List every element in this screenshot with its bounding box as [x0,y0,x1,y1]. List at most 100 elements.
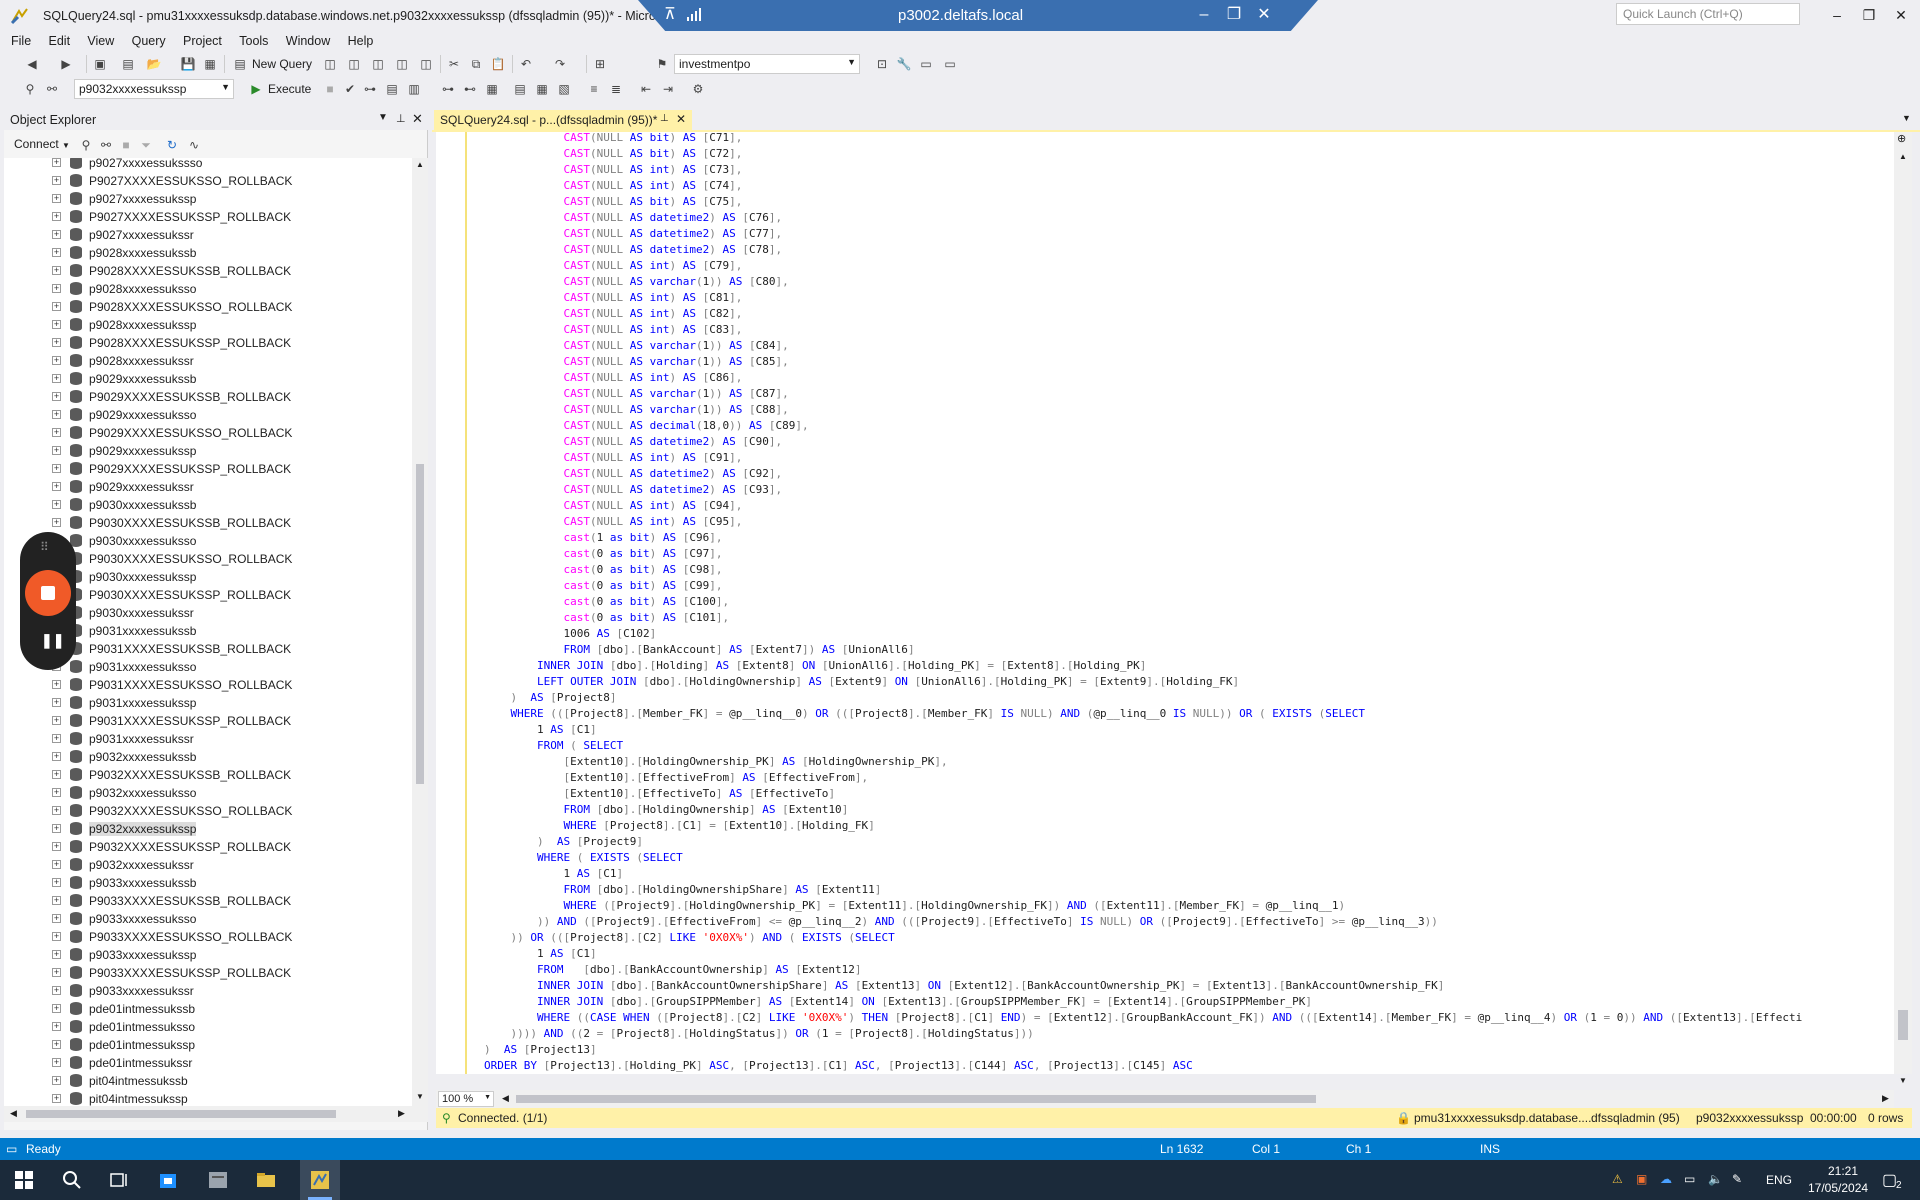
code-line[interactable]: [Extent10].[HoldingOwnership_PK] AS [Hol… [484,754,947,770]
expand-icon[interactable]: + [52,302,61,311]
expand-icon[interactable]: + [52,320,61,329]
scroll-left-icon[interactable]: ◀ [10,1108,17,1119]
code-line[interactable]: CAST(NULL AS varchar(1)) AS [C80], [484,274,788,290]
code-line[interactable]: CAST(NULL AS int) AS [C91], [484,450,742,466]
tree-node-database[interactable]: + p9027xxxxessukssso [4,158,412,172]
code-line[interactable]: CAST(NULL AS datetime2) AS [C92], [484,466,782,482]
tree-node-database[interactable]: + p9029xxxxessukssb [4,370,412,388]
scroll-down-icon[interactable]: ▼ [416,1092,424,1101]
clock-date[interactable]: 17/05/2024 [1808,1181,1868,1195]
expand-icon[interactable]: + [52,1022,61,1031]
parse-icon[interactable]: ✔ [342,81,358,97]
tree-node-database[interactable]: + pde01intmessukssb [4,1000,412,1018]
code-line[interactable]: cast(0 as bit) AS [C97], [484,546,722,562]
tab-sqlquery24[interactable]: SQLQuery24.sql - p...(dfssqladmin (95))*… [434,110,692,130]
execute-icon[interactable]: ▶ [248,81,264,97]
db-engine-query-icon[interactable]: ◫ [322,56,338,72]
code-line[interactable]: CAST(NULL AS int) AS [C86], [484,370,742,386]
tree-node-database[interactable]: + pit04intmessukssb [4,1072,412,1090]
open-file-icon[interactable]: 📂 [146,56,162,72]
code-line[interactable]: INNER JOIN [dbo].[Holding] AS [Extent8] … [484,658,1146,674]
code-line[interactable]: 1 AS [C1] [484,946,597,962]
expand-icon[interactable]: + [52,842,61,851]
language-indicator[interactable]: ENG [1766,1173,1792,1187]
tree-node-database[interactable]: + pde01intmessukssp [4,1036,412,1054]
scroll-thumb[interactable] [416,464,424,784]
tree-node-database[interactable]: + p9032xxxxessukssp [4,820,412,838]
editor-vscroll[interactable]: ⊕ ▲ ▼ [1894,132,1912,1085]
code-line[interactable]: FROM [dbo].[BankAccount] AS [Extent7]) A… [484,642,914,658]
tree-node-database[interactable]: + p9028xxxxessuksso [4,280,412,298]
query-options-icon[interactable]: ▤ [384,81,400,97]
code-line[interactable]: WHERE ( EXISTS (SELECT [484,850,683,866]
windows-start-icon[interactable] [12,1168,36,1192]
back-icon[interactable]: ◀ [24,56,40,72]
comment-icon[interactable]: ≡ [586,81,602,97]
object-explorer-hscroll[interactable]: ◀ ▶ [4,1106,428,1122]
save-icon[interactable]: 💾 [180,56,196,72]
results-to-file-icon[interactable]: ▧ [556,81,572,97]
chevron-down-icon[interactable]: ▼ [378,112,388,123]
live-stats-icon[interactable]: ⊷ [462,81,478,97]
code-line[interactable]: WHERE ((CASE WHEN ([Project8].[C2] LIKE … [484,1010,1802,1026]
code-line[interactable]: LEFT OUTER JOIN [dbo].[HoldingOwnership]… [484,674,1239,690]
code-line[interactable]: CAST(NULL AS decimal(18,0)) AS [C89], [484,418,808,434]
disconnect-icon[interactable]: ⚯ [98,137,114,153]
pin-icon[interactable]: ⊥ [396,112,406,125]
code-line[interactable]: FROM [dbo].[BankAccountOwnership] AS [Ex… [484,962,862,978]
scroll-up-icon[interactable]: ▲ [1899,152,1907,161]
code-line[interactable]: FROM [dbo].[HoldingOwnershipShare] AS [E… [484,882,881,898]
tree-node-database[interactable]: + p9033xxxxessukssp [4,946,412,964]
window-layout-icon[interactable]: ▭ [942,56,958,72]
code-line[interactable]: 1 AS [C1] [484,722,597,738]
filter-icon[interactable]: ⏷ [138,137,154,153]
code-line[interactable]: CAST(NULL AS bit) AS [C71], [484,132,742,146]
new-query-icon[interactable]: ▤ [232,56,248,72]
expand-icon[interactable]: + [52,248,61,257]
rdp-close-button[interactable]: ✕ [1252,4,1276,26]
code-line[interactable]: cast(0 as bit) AS [C101], [484,610,729,626]
code-line[interactable]: CAST(NULL AS datetime2) AS [C77], [484,226,782,242]
expand-icon[interactable]: + [52,860,61,869]
code-line[interactable]: INNER JOIN [dbo].[GroupSIPPMember] AS [E… [484,994,1312,1010]
tree-node-database[interactable]: + p9028xxxxessukssp [4,316,412,334]
include-plan-icon[interactable]: ⊶ [440,81,456,97]
tree-node-database[interactable]: + p9030xxxxessukssb [4,496,412,514]
code-line[interactable]: CAST(NULL AS int) AS [C81], [484,290,742,306]
expand-icon[interactable]: + [52,446,61,455]
tree-node-database[interactable]: + P9027XXXXESSUKSSO_ROLLBACK [4,172,412,190]
tree-node-database[interactable]: + p9029xxxxessukssp [4,442,412,460]
expand-icon[interactable]: + [52,176,61,185]
tree-node-database[interactable]: + p9029xxxxessukssr [4,478,412,496]
zoom-combo[interactable]: 100 % ▼ [438,1091,494,1107]
code-line[interactable]: )) OR (([Project8].[C2] LIKE '0X0X%') AN… [484,930,895,946]
tree-node-database[interactable]: + p9031xxxxessukssp [4,694,412,712]
execute-button[interactable]: Execute [268,82,311,96]
tree-node-database[interactable]: + P9032XXXXESSUKSSP_ROLLBACK [4,838,412,856]
expand-icon[interactable]: + [52,284,61,293]
code-line[interactable]: CAST(NULL AS datetime2) AS [C76], [484,210,782,226]
scroll-thumb[interactable] [1898,1010,1908,1040]
registered-servers-icon[interactable]: ⊡ [874,56,890,72]
code-line[interactable]: cast(1 as bit) AS [C96], [484,530,722,546]
results-to-text-icon[interactable]: ▤ [512,81,528,97]
tab-list-dropdown-icon[interactable]: ▼ [1902,113,1911,123]
connect-icon[interactable]: ⚲ [22,81,38,97]
recorder-tray-icon[interactable]: ▣ [1636,1172,1647,1186]
find-combo[interactable]: investmentpo ▼ [674,54,860,74]
tree-node-database[interactable]: + P9033XXXXESSUKSSB_ROLLBACK [4,892,412,910]
copy-icon[interactable]: ⧉ [468,56,484,72]
clock-time[interactable]: 21:21 [1828,1164,1858,1178]
tree-node-database[interactable]: + pde01intmessuksso [4,1018,412,1036]
code-line[interactable]: FROM [dbo].[HoldingOwnership] AS [Extent… [484,802,848,818]
scroll-right-icon[interactable]: ▶ [398,1108,405,1119]
warning-tray-icon[interactable]: ⚠ [1612,1172,1623,1186]
tree-node-database[interactable]: + p9032xxxxessukssb [4,748,412,766]
cancel-query-icon[interactable]: ■ [322,81,338,97]
expand-icon[interactable]: + [52,428,61,437]
expand-icon[interactable]: + [52,932,61,941]
code-line[interactable]: 1006 AS [C102] [484,626,656,642]
dmx-query-icon[interactable]: ◫ [370,56,386,72]
menu-query[interactable]: Query [125,32,173,50]
expand-icon[interactable]: + [52,230,61,239]
